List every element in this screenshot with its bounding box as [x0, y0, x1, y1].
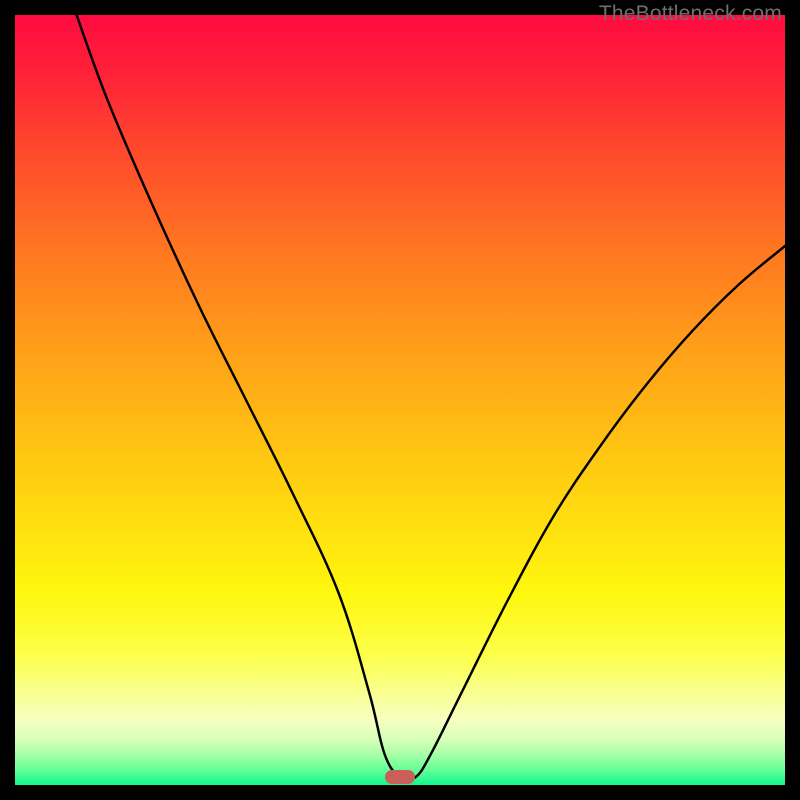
attribution-text: TheBottleneck.com [599, 2, 782, 26]
plot-area [15, 15, 785, 785]
optimum-marker [385, 770, 415, 784]
bottleneck-curve [15, 15, 785, 785]
chart-frame: TheBottleneck.com [0, 0, 800, 800]
